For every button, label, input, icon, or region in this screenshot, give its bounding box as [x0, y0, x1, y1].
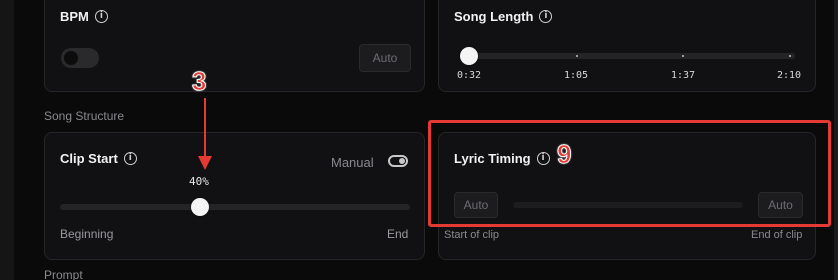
song-structure-heading: Song Structure: [44, 109, 125, 123]
clip-start-mode-label: Manual: [331, 155, 374, 170]
info-icon[interactable]: i: [123, 152, 137, 165]
song-length-title: Song Length i: [454, 9, 553, 24]
clip-start-value-label: 40%: [189, 175, 209, 188]
song-length-card: Song Length i 0:32 1:05 1:37 2:10: [438, 0, 816, 92]
annotation-marker: 3: [191, 66, 207, 96]
lyric-start-label: Start of clip: [444, 229, 500, 241]
tick-mark: [576, 55, 578, 57]
song-length-slider-track[interactable]: [461, 53, 795, 59]
annotation-highlight-box: [428, 120, 831, 227]
annotation-marker: 9: [556, 139, 572, 169]
left-edge-panel: [0, 0, 14, 280]
clip-start-slider-track[interactable]: [60, 204, 410, 210]
clip-start-max-label: End: [387, 227, 409, 241]
prompt-heading: Prompt: [44, 268, 83, 280]
bpm-auto-button[interactable]: Auto: [359, 44, 411, 72]
right-scrollbar[interactable]: [834, 0, 838, 280]
bpm-title: BPM i: [60, 9, 108, 24]
clip-start-min-label: Beginning: [60, 227, 114, 241]
clip-start-card: Clip Start i Manual 40% Beginning End: [44, 132, 425, 260]
annotation-arrow: [198, 98, 212, 170]
toggle-knob: [64, 51, 78, 65]
info-icon[interactable]: i: [94, 10, 108, 23]
tick-label: 2:10: [777, 70, 802, 81]
song-length-slider-thumb[interactable]: [460, 47, 478, 65]
tick-label: 0:32: [457, 70, 482, 81]
tick-label: 1:37: [671, 70, 696, 81]
bpm-toggle[interactable]: [61, 48, 99, 68]
clip-start-title-text: Clip Start: [60, 151, 118, 166]
toggle-knob: [399, 158, 405, 164]
info-icon[interactable]: i: [539, 10, 553, 23]
tick-label: 1:05: [564, 70, 589, 81]
bpm-title-text: BPM: [60, 9, 89, 24]
tick-mark: [789, 55, 791, 57]
clip-start-title: Clip Start i: [60, 151, 137, 166]
bpm-card: BPM i Auto: [44, 0, 425, 92]
lyric-end-label: End of clip: [751, 229, 803, 241]
clip-start-slider-thumb[interactable]: [191, 198, 209, 216]
song-length-title-text: Song Length: [454, 9, 534, 24]
manual-toggle[interactable]: [388, 155, 408, 167]
tick-mark: [682, 55, 684, 57]
